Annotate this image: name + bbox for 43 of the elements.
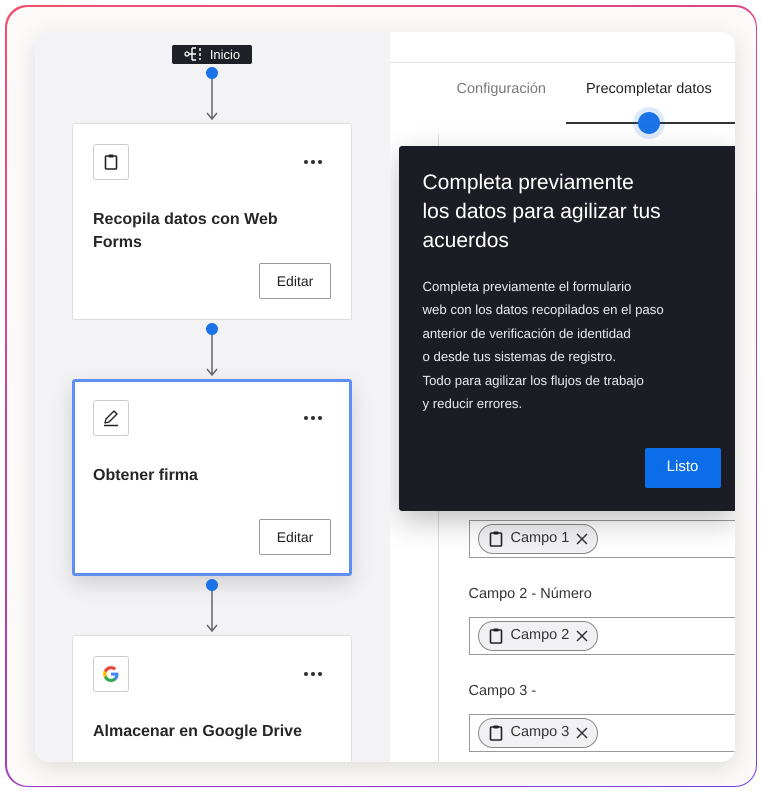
remove-icon[interactable] [575,532,590,546]
tooltip-text: Completa previamente el formulario web con los datos recopilados en el paso anterior de verificación de identidad o desde tus sistemas de registro. Todo para agilizar los flujos de trabajo y reducir errores. [422,278,665,413]
done-button[interactable]: Listo [644,448,720,488]
tooltip-title: Completa previamente los datos para agilizar tus acuerdos [422,170,662,254]
field-token[interactable]: Campo 2 [478,621,598,651]
more-icon[interactable] [303,158,323,165]
token-field[interactable]: Campo 1 [468,520,734,558]
connector-arrow [206,591,218,632]
more-icon[interactable] [303,670,323,677]
remove-icon[interactable] [575,629,590,643]
clipboard-icon [486,626,504,646]
step-tab[interactable]: Configuración [456,78,546,100]
port-dot[interactable] [206,579,218,591]
step-title: Almacenar en Google Drive [93,722,303,742]
clipboard-icon [102,153,120,171]
step-card[interactable]: Obtener firma Editar [72,379,352,576]
flow-icon [184,46,202,62]
clipboard-icon [486,722,504,743]
step-card[interactable]: Recopila datos con Web Forms Editar [72,123,352,320]
token-field[interactable]: Campo 3 [468,714,734,752]
connector-arrow [206,335,218,376]
step-tab[interactable]: Precompletar datos [586,78,712,100]
remove-icon[interactable] [575,726,590,740]
connector-arrow [206,79,218,120]
field-label: Campo 3 - [468,682,538,701]
token-field[interactable]: Campo 2 [468,617,734,655]
g-logo-icon [101,664,121,684]
port-dot[interactable] [206,323,218,335]
port-dot[interactable] [206,67,218,79]
edit-button[interactable]: Editar [259,263,331,299]
field-token[interactable]: Campo 3 [478,718,598,748]
edit-button[interactable]: Editar [259,519,331,555]
field-label: Campo 2 - Número [468,585,593,604]
step-title: Recopila datos con Web Forms [93,210,279,253]
step-title: Obtener firma [93,466,199,486]
step-card[interactable]: Almacenar en Google Drive [72,635,352,762]
start-node[interactable]: Inicio [172,44,252,64]
step-dot [638,112,660,134]
pen-icon [101,408,121,428]
field-token[interactable]: Campo 1 [478,524,598,554]
start-label: Inicio [210,46,240,64]
clipboard-icon [486,529,504,550]
more-icon[interactable] [303,414,323,421]
